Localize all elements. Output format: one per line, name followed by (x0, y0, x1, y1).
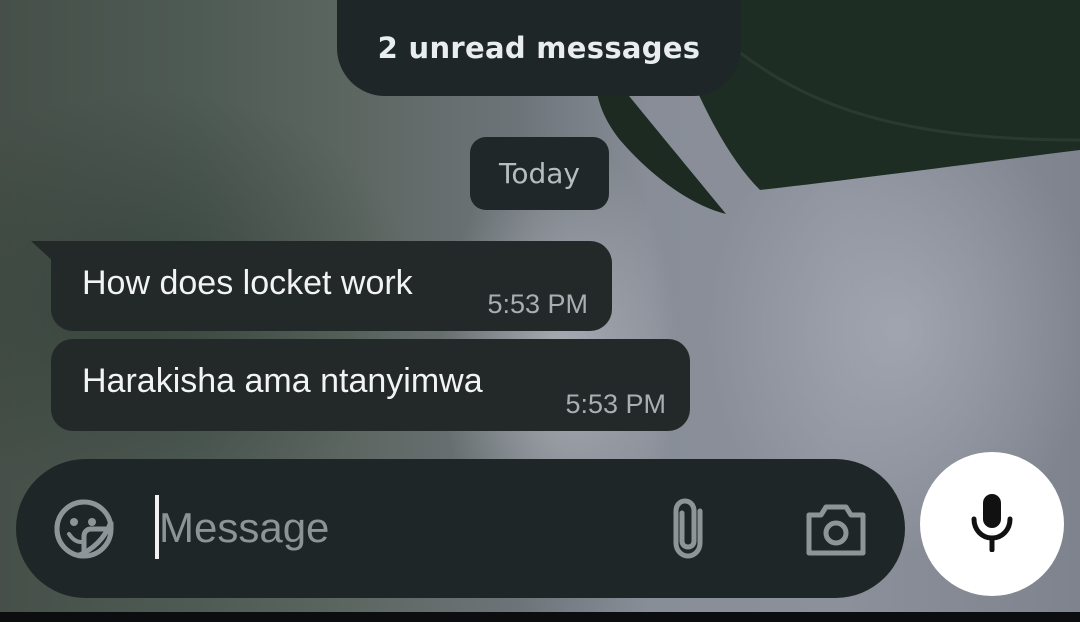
date-divider: Today (470, 137, 609, 210)
bottom-edge (0, 612, 1080, 622)
paperclip-icon[interactable] (664, 497, 720, 561)
message-composer (16, 459, 905, 598)
message-bubble[interactable]: Harakisha ama ntanyimwa 5:53 PM (51, 339, 690, 431)
microphone-icon (969, 492, 1015, 556)
message-text: Harakisha ama ntanyimwa (82, 362, 483, 400)
message-input[interactable] (159, 497, 639, 559)
sticker-icon[interactable] (53, 498, 115, 560)
camera-icon[interactable] (803, 499, 869, 559)
message-bubble[interactable]: How does locket work 5:53 PM (51, 241, 612, 331)
message-time: 5:53 PM (487, 289, 588, 319)
message-time: 5:53 PM (565, 389, 666, 419)
unread-messages-banner[interactable]: 2 unread messages (337, 0, 741, 96)
voice-message-button[interactable] (920, 452, 1064, 596)
message-text: How does locket work (82, 264, 413, 302)
